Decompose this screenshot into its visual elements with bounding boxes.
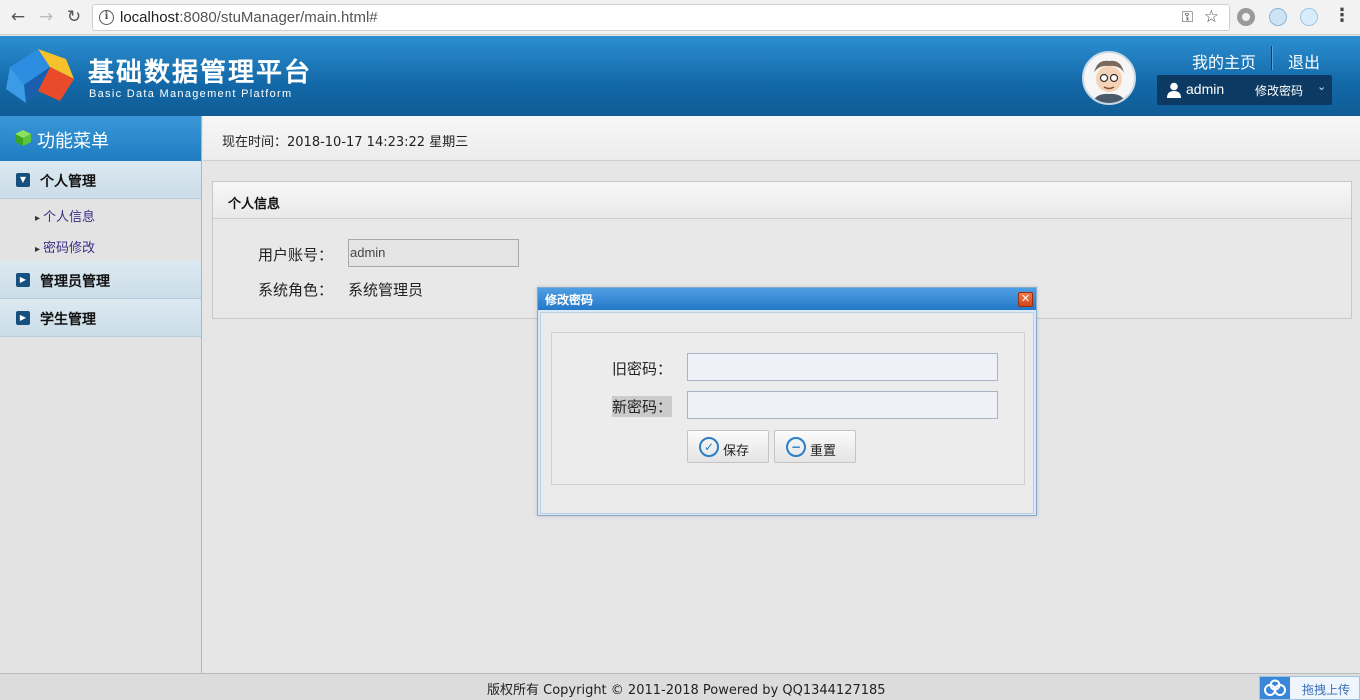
change-password-link[interactable]: 修改密码 bbox=[1255, 82, 1303, 99]
old-password-input[interactable] bbox=[687, 353, 998, 381]
sidebar-title: 功能菜单 bbox=[37, 131, 109, 152]
browser-toolbar: ← → ↻ i localhost:8080/stuManager/main.h… bbox=[0, 0, 1360, 35]
green-cube-icon bbox=[15, 130, 31, 146]
app-subtitle: Basic Data Management Platform bbox=[89, 88, 293, 100]
header-divider bbox=[1271, 46, 1273, 70]
app-header: 基础数据管理平台 Basic Data Management Platform … bbox=[0, 36, 1360, 116]
dialog-title-bar[interactable]: 修改密码 ✕ bbox=[538, 288, 1036, 310]
upload-label: 拖拽上传 bbox=[1302, 683, 1351, 697]
check-circle-icon: ✓ bbox=[699, 437, 719, 457]
bookmark-star-icon[interactable]: ☆ bbox=[1204, 7, 1219, 27]
back-arrow-icon[interactable]: ← bbox=[6, 6, 30, 28]
copyright-text: 版权所有 Copyright © 2011-2018 Powered by QQ… bbox=[487, 683, 886, 698]
footer: 版权所有 Copyright © 2011-2018 Powered by QQ… bbox=[0, 673, 1360, 700]
dialog-title: 修改密码 bbox=[545, 293, 594, 307]
browser-menu-icon[interactable]: ⋮ bbox=[1333, 5, 1351, 26]
user-icon bbox=[1167, 82, 1181, 98]
panel-title: 个人信息 bbox=[228, 197, 281, 212]
address-bar[interactable]: i localhost:8080/stuManager/main.html# ⚿… bbox=[92, 4, 1230, 31]
account-label: 用户账号： bbox=[258, 246, 334, 264]
new-password-input[interactable] bbox=[687, 391, 998, 419]
sidebar-group-admin[interactable]: ▶ 管理员管理 bbox=[0, 261, 201, 299]
dialog-body: 旧密码： 新密码： ✓ 保存 − 重置 bbox=[540, 312, 1034, 514]
account-field[interactable]: admin bbox=[348, 239, 519, 267]
avatar bbox=[1082, 51, 1136, 105]
site-info-icon[interactable]: i bbox=[99, 10, 114, 25]
user-name: admin bbox=[1186, 81, 1225, 97]
panel-header: 个人信息 bbox=[213, 182, 1351, 219]
expand-right-icon: ▶ bbox=[16, 311, 30, 325]
home-link[interactable]: 我的主页 bbox=[1192, 49, 1256, 73]
dialog-form: 旧密码： 新密码： ✓ 保存 − 重置 bbox=[551, 332, 1025, 485]
reset-button[interactable]: − 重置 bbox=[774, 430, 856, 463]
cloud-upload-icon bbox=[1260, 677, 1290, 699]
user-menu[interactable]: admin 修改密码 ⌄ bbox=[1157, 75, 1332, 105]
logo-cube-icon bbox=[6, 49, 74, 103]
url-text[interactable]: localhost:8080/stuManager/main.html# bbox=[120, 9, 378, 26]
close-icon[interactable]: ✕ bbox=[1018, 292, 1033, 307]
sidebar-item-password-change[interactable]: 密码修改 bbox=[35, 237, 95, 256]
sidebar-header: 功能菜单 bbox=[0, 116, 201, 161]
sidebar-group-student[interactable]: ▶ 学生管理 bbox=[0, 299, 201, 337]
role-value: 系统管理员 bbox=[348, 281, 424, 299]
forward-arrow-icon[interactable]: → bbox=[34, 6, 58, 28]
sidebar-item-personal-info[interactable]: 个人信息 bbox=[35, 206, 95, 225]
key-icon[interactable]: ⚿ bbox=[1182, 8, 1193, 26]
change-password-dialog: 修改密码 ✕ 旧密码： 新密码： ✓ 保存 − 重置 bbox=[537, 287, 1037, 516]
chevron-down-icon[interactable]: ⌄ bbox=[1317, 80, 1326, 93]
sidebar-group-personal[interactable]: ▼ 个人管理 bbox=[0, 161, 201, 199]
drag-upload-widget[interactable]: 拖拽上传 bbox=[1259, 676, 1360, 700]
role-label: 系统角色： bbox=[258, 281, 334, 299]
time-bar: 现在时间：2018-10-17 14:23:22 星期三 bbox=[203, 116, 1360, 161]
old-password-label: 旧密码： bbox=[612, 360, 673, 378]
expand-down-icon: ▼ bbox=[16, 173, 30, 187]
extension-icon[interactable] bbox=[1237, 8, 1255, 26]
expand-right-icon: ▶ bbox=[16, 273, 30, 287]
new-password-label: 新密码： bbox=[612, 396, 673, 417]
logout-link[interactable]: 退出 bbox=[1288, 49, 1320, 73]
cloud-extension-icon[interactable] bbox=[1269, 8, 1287, 26]
save-button[interactable]: ✓ 保存 bbox=[687, 430, 769, 463]
app-title: 基础数据管理平台 bbox=[88, 58, 313, 88]
reload-icon[interactable]: ↻ bbox=[62, 6, 86, 28]
current-time: 现在时间：2018-10-17 14:23:22 星期三 bbox=[222, 135, 469, 150]
minus-circle-icon: − bbox=[786, 437, 806, 457]
cloud-sync-icon[interactable] bbox=[1300, 8, 1318, 26]
sidebar: 功能菜单 ▼ 个人管理 个人信息 密码修改 ▶ 管理员管理 ▶ 学生管理 bbox=[0, 116, 202, 673]
